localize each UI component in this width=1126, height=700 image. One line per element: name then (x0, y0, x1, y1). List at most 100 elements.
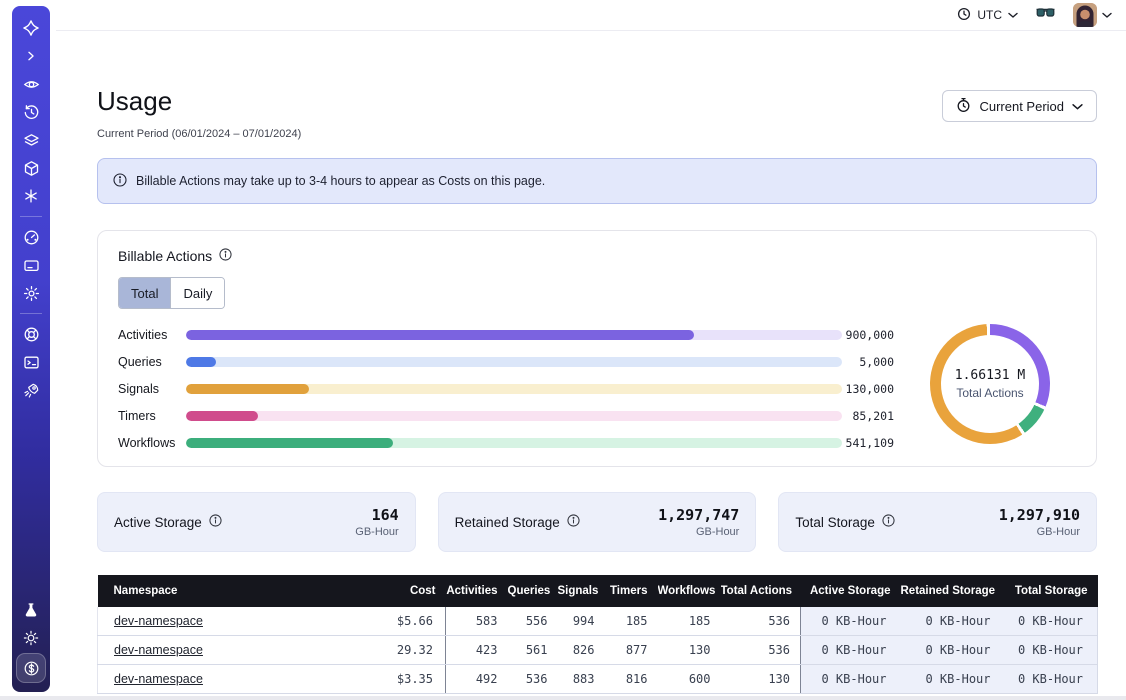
active-storage-card: Active Storage 164 GB-Hour (97, 492, 416, 552)
bar-category-label: Queries (118, 355, 186, 369)
cell-signals: 883 (558, 665, 605, 694)
page-title: Usage (97, 86, 172, 117)
col-signals: Signals (558, 575, 605, 607)
rocket-icon[interactable] (18, 377, 44, 403)
tab-daily[interactable]: Daily (170, 278, 224, 308)
chevron-down-icon (1008, 8, 1018, 22)
cell-signals: 826 (558, 636, 605, 665)
table-row: dev-namespace29.324235618268771305360 KB… (98, 636, 1098, 665)
layers-icon[interactable] (18, 127, 44, 153)
cell-namespace: dev-namespace (98, 665, 349, 694)
bar-category-label: Signals (118, 382, 186, 396)
period-selector-button[interactable]: Current Period (942, 90, 1097, 122)
cell-cost: $3.35 (349, 665, 446, 694)
deployments-icon[interactable] (18, 155, 44, 181)
bar-fill (186, 384, 309, 394)
info-icon[interactable] (567, 514, 580, 530)
col-retained-storage: Retained Storage (901, 575, 1005, 607)
bar-track (186, 411, 842, 421)
cell-queries: 536 (508, 665, 558, 694)
info-icon[interactable] (219, 248, 232, 264)
tab-total[interactable]: Total (119, 278, 170, 308)
history-icon[interactable] (18, 99, 44, 125)
horizontal-scrollbar[interactable] (0, 696, 1126, 700)
usage-icon[interactable] (16, 653, 46, 683)
billable-actions-title-text: Billable Actions (118, 248, 212, 264)
billable-actions-card: Billable Actions Total Daily Activities 9… (97, 230, 1097, 467)
namespace-link[interactable]: dev-namespace (114, 643, 203, 657)
bar-fill (186, 357, 216, 367)
actions-icon[interactable] (18, 183, 44, 209)
cell-activities: 423 (446, 636, 508, 665)
col-total-storage: Total Storage (1005, 575, 1098, 607)
cell-workflows: 185 (658, 607, 721, 636)
cell-queries: 556 (508, 607, 558, 636)
cell-total-actions: 130 (721, 665, 801, 694)
billing-icon[interactable] (18, 252, 44, 278)
sidebar-divider (20, 216, 42, 217)
namespace-link[interactable]: dev-namespace (114, 614, 203, 628)
bar-value: 130,000 (842, 382, 894, 396)
cell-activities: 492 (446, 665, 508, 694)
col-total-actions: Total Actions (721, 575, 801, 607)
settings-icon[interactable] (18, 280, 44, 306)
cell-queries: 561 (508, 636, 558, 665)
info-banner: Billable Actions may take up to 3-4 hour… (97, 158, 1097, 204)
cell-timers: 816 (605, 665, 658, 694)
labs-icon[interactable] (18, 597, 44, 623)
col-queries: Queries (508, 575, 558, 607)
support-icon[interactable] (18, 321, 44, 347)
bar-row: Signals 130,000 (118, 375, 894, 402)
bar-category-label: Activities (118, 328, 186, 342)
cell-retained-storage: 0 KB-Hour (901, 636, 1005, 665)
page-subtitle: Current Period (06/01/2024 – 07/01/2024) (97, 128, 301, 140)
cell-total-actions: 536 (721, 636, 801, 665)
billable-bars: Activities900,000Queries5,000Signals130,… (118, 321, 894, 456)
cell-active-storage: 0 KB-Hour (801, 665, 901, 694)
namespaces-icon[interactable] (18, 71, 44, 97)
stopwatch-icon (956, 97, 971, 116)
bar-row: Timers85,201 (118, 402, 894, 429)
glasses-icon[interactable] (1036, 6, 1055, 24)
period-selector-label: Current Period (979, 99, 1064, 114)
storage-value-unit: GB-Hour (355, 526, 398, 538)
chevron-right-icon[interactable] (18, 43, 44, 69)
billable-actions-title: Billable Actions (118, 248, 232, 264)
table-header-row: Namespace Cost Activities Queries Signal… (98, 575, 1098, 607)
namespace-link[interactable]: dev-namespace (114, 672, 203, 686)
bar-track (186, 384, 842, 394)
cell-retained-storage: 0 KB-Hour (901, 665, 1005, 694)
timezone-selector[interactable]: UTC (957, 7, 1018, 24)
col-active-storage: Active Storage (801, 575, 901, 607)
bar-track (186, 330, 842, 340)
theme-icon[interactable] (18, 625, 44, 651)
view-toggle: Total Daily (118, 277, 225, 309)
donut-total-label: Total Actions (956, 386, 1023, 400)
user-menu[interactable] (1073, 3, 1112, 27)
bar-category-label: Timers (118, 409, 186, 423)
cell-total-storage: 0 KB-Hour (1005, 665, 1098, 694)
cell-active-storage: 0 KB-Hour (801, 607, 901, 636)
table-body: dev-namespace$5.665835569941851855360 KB… (98, 607, 1098, 694)
cell-retained-storage: 0 KB-Hour (901, 607, 1005, 636)
col-timers: Timers (605, 575, 658, 607)
bar-value: 900,000 (842, 328, 894, 342)
cell-activities: 583 (446, 607, 508, 636)
storage-card-label: Active Storage (114, 514, 222, 530)
chevron-down-icon (1102, 6, 1112, 24)
cell-timers: 185 (605, 607, 658, 636)
storage-summary-row: Active Storage 164 GB-Hour Retained Stor… (97, 492, 1097, 552)
storage-value-unit: GB-Hour (658, 526, 739, 538)
monitoring-icon[interactable] (18, 224, 44, 250)
temporal-logo-icon[interactable] (18, 15, 44, 41)
storage-card-value: 164 GB-Hour (355, 506, 398, 538)
avatar (1073, 3, 1097, 27)
cell-namespace: dev-namespace (98, 636, 349, 665)
storage-value-unit: GB-Hour (999, 526, 1080, 538)
info-icon[interactable] (882, 514, 895, 530)
bar-fill (186, 411, 258, 421)
namespace-usage-table: Namespace Cost Activities Queries Signal… (97, 575, 1098, 694)
sidebar-nav (12, 6, 50, 692)
terminal-icon[interactable] (18, 349, 44, 375)
info-icon[interactable] (209, 514, 222, 530)
